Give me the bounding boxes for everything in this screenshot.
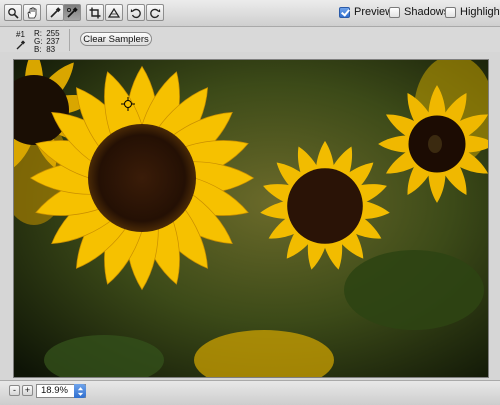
- sampler-eyedropper-icon: [16, 40, 26, 50]
- zoom-tool-button[interactable]: [4, 4, 22, 21]
- sampler-number: #1: [16, 30, 25, 39]
- hand-icon: [27, 6, 37, 18]
- zoom-bar: - + 18.9%: [0, 380, 500, 405]
- eyedropper-icon: [50, 6, 61, 18]
- preview-checkbox-box[interactable]: [339, 6, 350, 18]
- highlights-label: Highlights: [460, 6, 500, 18]
- toolbar: Preview Shadows Highlights: [0, 0, 500, 27]
- hand-tool-button[interactable]: [23, 4, 41, 21]
- crop-tool-button[interactable]: [86, 4, 104, 21]
- magnifier-icon: [8, 7, 19, 19]
- clear-samplers-button[interactable]: Clear Samplers: [80, 32, 152, 46]
- sunflower-photo: [14, 60, 488, 377]
- color-sampler-tool-button[interactable]: [63, 4, 81, 21]
- zoom-level-select[interactable]: 18.9%: [36, 384, 86, 398]
- shadows-checkbox-box[interactable]: [389, 6, 400, 18]
- color-sampler-icon: [66, 6, 78, 18]
- b-label: B:: [34, 45, 42, 54]
- preview-checkbox[interactable]: Preview: [339, 6, 393, 18]
- preview-label: Preview: [354, 6, 394, 18]
- shadows-checkbox[interactable]: Shadows: [389, 6, 449, 18]
- b-value: 83: [46, 45, 56, 54]
- rotate-cw-icon: [150, 8, 161, 18]
- straighten-icon: [108, 7, 120, 18]
- highlights-checkbox-box[interactable]: [445, 6, 456, 18]
- sampler-info-bar: #1 R: 255 G: 237 B: 83 Clear Samplers: [0, 27, 500, 54]
- sampler-b-row: B: 83: [34, 46, 55, 54]
- zoom-level-value: 18.9%: [41, 385, 68, 396]
- straighten-tool-button[interactable]: [105, 4, 123, 21]
- rotate-ccw-icon: [130, 8, 141, 18]
- image-preview[interactable]: [13, 59, 489, 378]
- rotate-right-tool-button[interactable]: [146, 4, 164, 21]
- shadows-label: Shadows: [404, 6, 450, 18]
- rotate-left-tool-button[interactable]: [127, 4, 145, 21]
- crop-icon: [89, 7, 101, 18]
- zoom-dropdown-arrow-icon[interactable]: [74, 384, 86, 398]
- divider: [69, 29, 70, 51]
- zoom-in-button[interactable]: +: [22, 385, 33, 396]
- white-balance-tool-button[interactable]: [46, 4, 64, 21]
- zoom-out-button[interactable]: -: [9, 385, 20, 396]
- highlights-checkbox[interactable]: Highlights: [445, 6, 500, 18]
